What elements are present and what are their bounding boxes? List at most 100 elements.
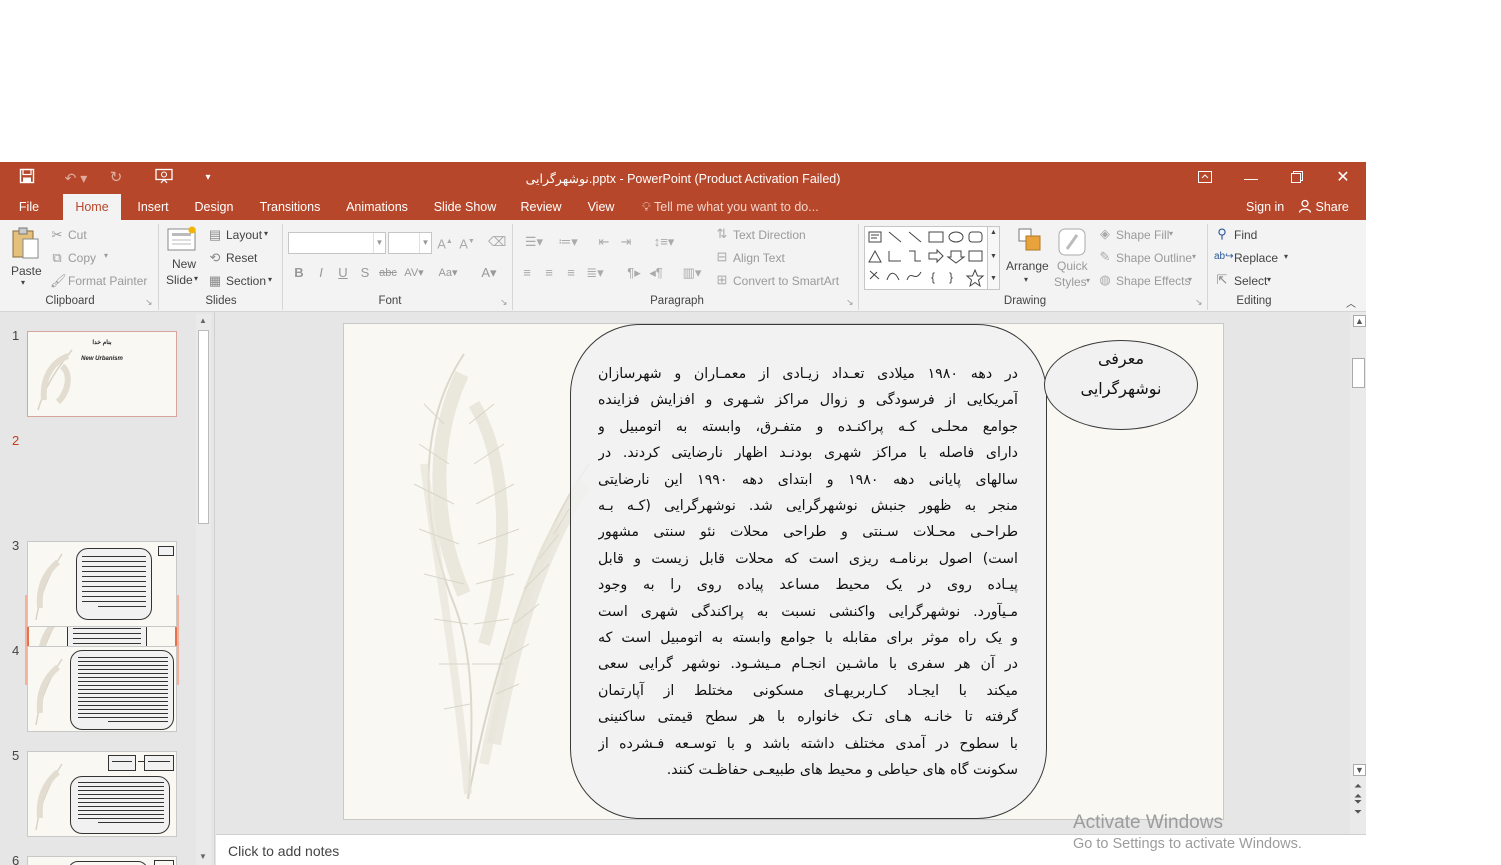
arrange-button[interactable]: Arrange ▾ xyxy=(1006,226,1050,292)
shape-fill-button[interactable]: Shape Fill xyxy=(1116,228,1169,242)
select-dropdown-icon: ▾ xyxy=(1267,275,1272,284)
tab-slide-show[interactable]: Slide Show xyxy=(428,194,502,220)
shapes-gallery-scroll[interactable]: ▲ ▼ ▼ xyxy=(988,226,1000,290)
section-icon: ▦ xyxy=(208,273,222,288)
clear-formatting-icon[interactable]: ⌫ xyxy=(488,234,506,250)
align-text-button[interactable]: Align Text xyxy=(733,251,785,265)
slide-thumbnail-1[interactable]: بنام خدا New Urbanism xyxy=(27,331,177,417)
thumbnail-title: بنام خدا xyxy=(92,340,112,346)
tab-animations[interactable]: Animations xyxy=(338,194,416,220)
slide-thumbnail-6[interactable] xyxy=(27,856,177,865)
character-spacing-icon[interactable]: AV▾ xyxy=(400,265,428,281)
slide-thumbnail-5[interactable] xyxy=(27,751,177,837)
body-text-line: با سطوح در آمدی مختلف داشته باشد و با تو… xyxy=(598,735,1018,752)
layout-button[interactable]: Layout xyxy=(226,228,262,242)
replace-icon: ab↪ xyxy=(1214,251,1234,262)
body-text-line: منجر به ظهور جنبش نوشهرگرایی شد. نوشهرگر… xyxy=(598,498,1018,515)
bold-icon[interactable]: B xyxy=(292,265,306,281)
chevron-up-icon[interactable]: ▲ xyxy=(1353,315,1366,327)
cut-button[interactable]: Cut xyxy=(68,228,87,242)
strikethrough-icon[interactable]: abc xyxy=(378,265,398,281)
sign-in-link[interactable]: Sign in xyxy=(1246,194,1284,220)
slide-thumbnail-4[interactable] xyxy=(27,646,177,732)
grow-font-icon[interactable]: A▲ xyxy=(437,234,453,252)
chevron-down-icon: ▼ xyxy=(990,253,997,260)
line-spacing-icon[interactable]: ↕≡▾ xyxy=(649,234,679,250)
change-case-icon[interactable]: Aa▾ xyxy=(434,265,462,281)
body-text[interactable]: در دهه ۱۹۸۰ میلادی تعـداد زیـادی از معمـ… xyxy=(598,361,1018,784)
increase-indent-icon[interactable]: ⇥ xyxy=(617,234,635,250)
shape-effects-button[interactable]: Shape Effects xyxy=(1116,274,1191,288)
body-text-line: است) اصول برنامـه ریزی است که محلات قابل… xyxy=(598,550,1018,567)
convert-to-smartart-button[interactable]: Convert to SmartArt xyxy=(733,274,839,288)
paste-button[interactable]: Paste ▾ xyxy=(8,224,42,290)
text-shadow-icon[interactable]: S xyxy=(358,265,372,281)
decrease-indent-icon[interactable]: ⇤ xyxy=(595,234,613,250)
right-to-left-icon[interactable]: ◂¶ xyxy=(648,265,664,281)
font-name-combo[interactable]: ▼ xyxy=(288,232,386,254)
columns-icon[interactable]: ▥▾ xyxy=(678,265,706,281)
scrollbar-thumb[interactable] xyxy=(1352,358,1365,388)
thumbnail-text-box xyxy=(70,650,174,730)
share-button[interactable]: Share xyxy=(1298,194,1349,220)
reset-button[interactable]: Reset xyxy=(226,251,257,265)
font-size-combo[interactable]: ▼ xyxy=(388,232,432,254)
thumbnail-label-box xyxy=(154,860,174,865)
chevron-down-icon[interactable]: ▼ xyxy=(1353,764,1366,776)
chevron-down-icon[interactable]: ▼ xyxy=(199,852,207,861)
replace-button[interactable]: Replace xyxy=(1234,251,1278,265)
tab-transitions[interactable]: Transitions xyxy=(252,194,328,220)
find-button[interactable]: Find xyxy=(1234,228,1257,242)
minimize-icon[interactable]: — xyxy=(1236,166,1266,190)
ribbon-display-options-icon[interactable] xyxy=(1190,166,1220,190)
chevron-up-icon[interactable]: ▲ xyxy=(199,316,207,325)
heading-text[interactable]: معرفی نوشهرگرایی xyxy=(1044,344,1198,404)
tab-file[interactable]: File xyxy=(8,194,50,220)
format-painter-button[interactable]: Format Painter xyxy=(68,274,147,288)
scrollbar-thumb[interactable] xyxy=(198,330,209,524)
body-text-line: مـیآورد. نوشهرگرایی واکنشی نسبت به پراکن… xyxy=(598,603,1018,620)
quick-styles-button[interactable]: Quick Styles ▾ xyxy=(1054,226,1094,292)
section-button[interactable]: Section xyxy=(226,274,266,288)
svg-text:}: } xyxy=(949,270,953,284)
font-launcher-icon[interactable]: ↘ xyxy=(500,297,508,308)
shape-outline-button[interactable]: Shape Outline xyxy=(1116,251,1192,265)
slide-scrollbar[interactable]: ▲ ▼ ⏶ ⏶ ⏷ ⏷ xyxy=(1350,312,1366,834)
paragraph-launcher-icon[interactable]: ↘ xyxy=(846,297,854,308)
select-button[interactable]: Select xyxy=(1234,274,1267,288)
align-left-icon[interactable]: ≡ xyxy=(519,265,535,281)
left-to-right-icon[interactable]: ¶▸ xyxy=(626,265,642,281)
collapse-ribbon-icon[interactable]: ︿ xyxy=(1346,295,1356,310)
close-icon[interactable]: ✕ xyxy=(1328,166,1358,190)
body-text-line: سالهای پایانی دهه ۱۹۸۰ و ابتدای دهه ۱۹۹۰… xyxy=(598,471,1018,488)
slide-thumbnail-3[interactable] xyxy=(27,541,177,627)
underline-icon[interactable]: U xyxy=(336,265,350,281)
numbering-icon[interactable]: ≔▾ xyxy=(553,234,583,250)
bullets-icon[interactable]: ☰▾ xyxy=(519,234,549,250)
justify-icon[interactable]: ≣▾ xyxy=(585,265,605,281)
tab-design[interactable]: Design xyxy=(188,194,240,220)
next-slide-icon[interactable]: ⏷ ⏷ xyxy=(1354,798,1362,818)
tab-view[interactable]: View xyxy=(580,194,622,220)
font-color-icon[interactable]: A▾ xyxy=(476,265,502,281)
align-right-icon[interactable]: ≡ xyxy=(563,265,579,281)
italic-icon[interactable]: I xyxy=(314,265,328,281)
tab-home[interactable]: Home xyxy=(63,194,121,220)
text-direction-button[interactable]: Text Direction xyxy=(733,228,806,242)
body-text-line: طراحـی محـلات سـنتی و طراحی محلات نئو سن… xyxy=(598,524,1018,541)
powerpoint-window: ↶ ▾ ↻ ▾ نوشهرگرایی.pptx - PowerPoint (Pr… xyxy=(0,162,1366,865)
thumbnails-scrollbar[interactable]: ▲ ▼ xyxy=(196,314,211,865)
restore-icon[interactable] xyxy=(1282,166,1312,190)
align-center-icon[interactable]: ≡ xyxy=(541,265,557,281)
slide-canvas[interactable]: در دهه ۱۹۸۰ میلادی تعـداد زیـادی از معمـ… xyxy=(343,323,1224,820)
clipboard-launcher-icon[interactable]: ↘ xyxy=(145,297,153,308)
tab-insert[interactable]: Insert xyxy=(130,194,176,220)
shapes-gallery[interactable]: { } xyxy=(864,226,988,290)
shrink-font-icon[interactable]: A▼ xyxy=(459,234,475,252)
tab-review[interactable]: Review xyxy=(514,194,568,220)
copy-button[interactable]: Copy xyxy=(68,251,96,265)
tell-me-box[interactable]: 💡︎ Tell me what you want to do... xyxy=(642,194,819,220)
notes-placeholder[interactable]: Click to add notes xyxy=(228,843,339,859)
drawing-launcher-icon[interactable]: ↘ xyxy=(1195,297,1203,308)
new-slide-button[interactable]: New Slide ▾ xyxy=(164,224,202,292)
